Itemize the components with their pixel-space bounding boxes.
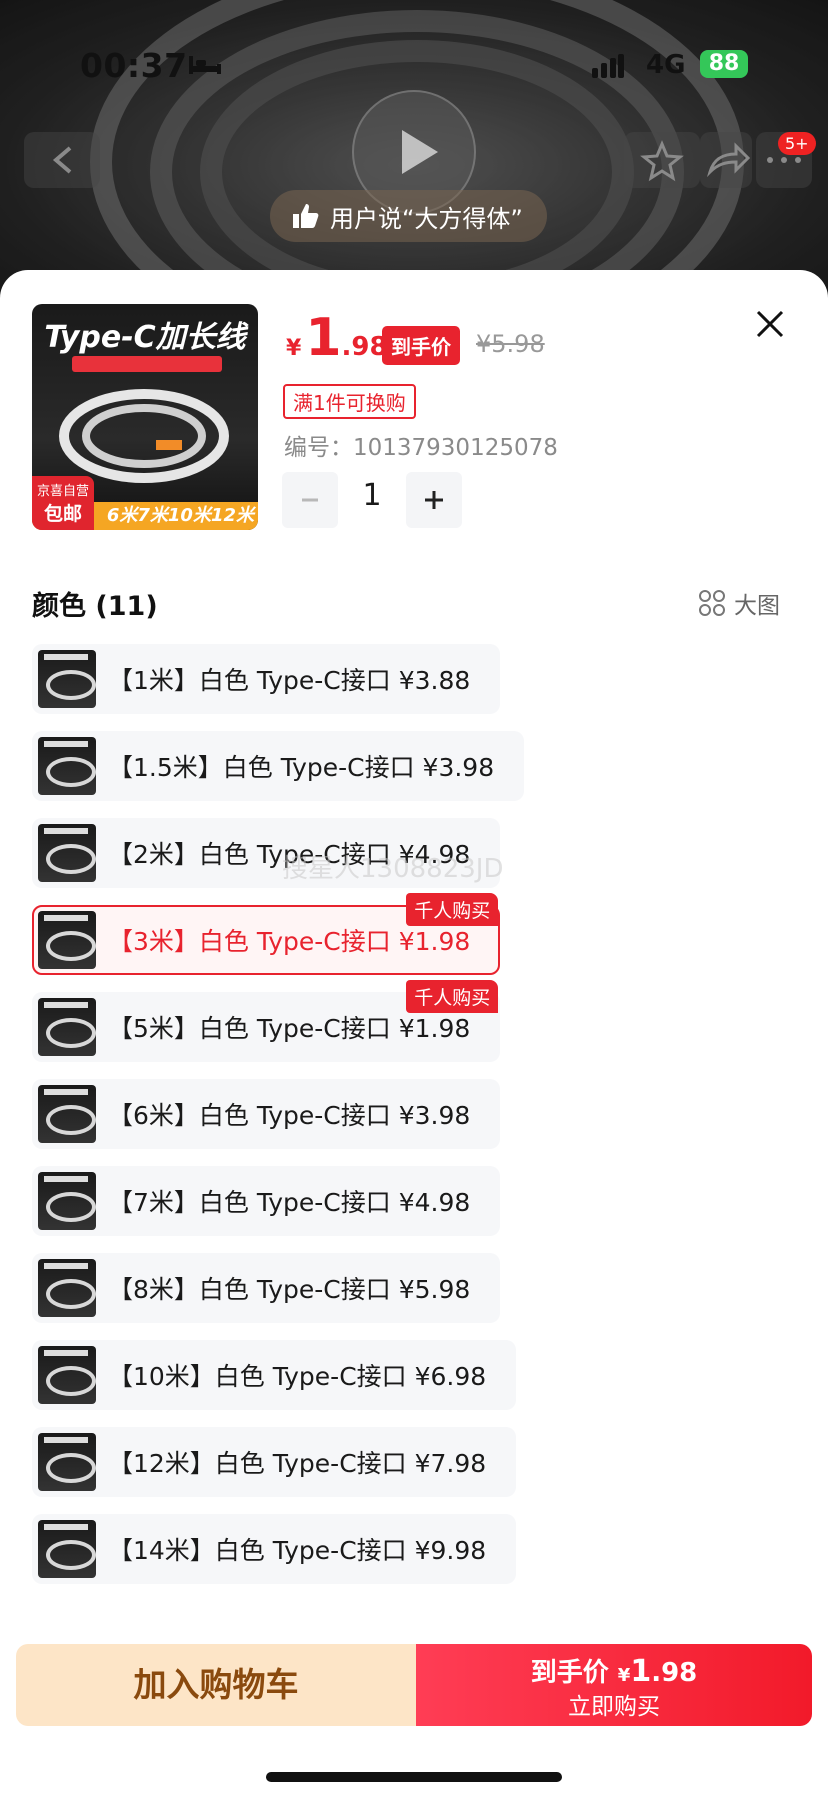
color-option[interactable]: 【12米】白色 Type-C接口 ¥7.98	[32, 1427, 517, 1497]
message-count-badge: 5+	[778, 132, 816, 155]
network-type: 4G	[646, 50, 686, 80]
color-option-row: 【3米】白色 Type-C接口 ¥1.98 千人购买	[32, 893, 812, 992]
grid-view-icon	[699, 590, 725, 616]
price-currency: ¥	[286, 336, 302, 361]
color-option-thumbnail	[38, 1520, 96, 1578]
color-option-list: 【1米】白色 Type-C接口 ¥3.88 【1.5米】白色 Type-C接口 ¥…	[32, 644, 812, 1601]
color-option-thumbnail	[38, 1172, 96, 1230]
jd-tag-line2: 包邮	[43, 503, 82, 525]
popular-badge: 千人购买	[406, 980, 499, 1013]
sku-selector-sheet: Type-C加长线 6米7米10米12米 京喜自营 包邮 ¥ 1 .98 到手价…	[0, 270, 828, 1801]
home-indicator	[266, 1772, 562, 1782]
review-highlight-chip: 用户说“大方得体”	[270, 190, 547, 242]
buy-now-button[interactable]: 到手价 ¥1.98 立即购买	[416, 1644, 812, 1726]
color-option[interactable]: 【1米】白色 Type-C接口 ¥3.88	[32, 644, 501, 714]
color-option-label: 【1米】白色 Type-C接口 ¥3.88	[108, 666, 471, 695]
buy-price-integer: 1	[630, 1654, 652, 1689]
color-option-label: 【7米】白色 Type-C接口 ¥4.98	[108, 1188, 471, 1217]
color-option-row: 【5米】白色 Type-C接口 ¥1.98 千人购买	[32, 980, 812, 1079]
color-option-row: 【1米】白色 Type-C接口 ¥3.88	[32, 644, 812, 731]
color-option-row: 【10米】白色 Type-C接口 ¥6.98	[32, 1340, 812, 1427]
color-option-label: 【1.5米】白色 Type-C接口 ¥3.98	[108, 753, 495, 782]
buy-price-label: 到手价	[530, 1658, 609, 1688]
current-price: ¥ 1 .98	[286, 312, 388, 364]
product-thumbnail[interactable]: Type-C加长线 6米7米10米12米 京喜自营 包邮	[32, 304, 258, 530]
color-option[interactable]: 【10米】白色 Type-C接口 ¥6.98	[32, 1340, 517, 1410]
quantity-increase-button[interactable]	[406, 472, 462, 528]
buy-price-decimal: .98	[651, 1658, 698, 1688]
color-option-thumbnail	[38, 824, 96, 882]
star-icon	[640, 140, 684, 182]
thumbnail-title: Type-C加长线	[44, 320, 246, 355]
buy-price-currency: ¥	[617, 1665, 631, 1686]
color-option[interactable]: 【8米】白色 Type-C接口 ¥5.98	[32, 1253, 501, 1323]
watermark-text: 搜星人1308823JD	[282, 854, 504, 884]
color-option[interactable]: 【6米】白色 Type-C接口 ¥3.98	[32, 1079, 501, 1149]
plus-icon	[425, 491, 443, 509]
color-option-row: 【6米】白色 Type-C接口 ¥3.98	[32, 1079, 812, 1166]
thumbnail-subtitle-bar	[72, 356, 222, 372]
sku-value: 10137930125078	[353, 435, 558, 461]
status-bar: 00:37 4G 88	[0, 40, 828, 96]
price-decimal: .98	[341, 332, 388, 362]
thumbs-up-icon	[293, 204, 319, 228]
sku-number: 编号：10137930125078	[284, 428, 558, 462]
price-integer: 1	[305, 308, 342, 368]
jd-self-operated-tag: 京喜自营 包邮	[32, 476, 94, 530]
minus-icon	[302, 498, 318, 502]
color-option-thumbnail	[38, 737, 96, 795]
color-option[interactable]: 【1.5米】白色 Type-C接口 ¥3.98	[32, 731, 525, 801]
color-option-row: 【1.5米】白色 Type-C接口 ¥3.98	[32, 731, 812, 818]
color-option-label: 【5米】白色 Type-C接口 ¥1.98	[108, 1014, 471, 1043]
back-button[interactable]	[24, 132, 100, 188]
chevron-left-icon	[52, 146, 72, 174]
color-option-label: 【14米】白色 Type-C接口 ¥9.98	[108, 1536, 487, 1565]
jd-tag-line1: 京喜自营	[36, 484, 89, 499]
color-option-thumbnail	[38, 911, 96, 969]
quantity-value[interactable]: 1	[352, 478, 392, 513]
color-option-label: 【6米】白色 Type-C接口 ¥3.98	[108, 1101, 471, 1130]
battery-indicator: 88	[700, 50, 748, 78]
color-option-thumbnail	[38, 1085, 96, 1143]
color-option-row: 【7米】白色 Type-C接口 ¥4.98	[32, 1166, 812, 1253]
color-section-title: 颜色 (11)	[32, 591, 158, 622]
color-option[interactable]: 【14米】白色 Type-C接口 ¥9.98	[32, 1514, 517, 1584]
popular-badge: 千人购买	[406, 893, 499, 926]
color-option-label: 【12米】白色 Type-C接口 ¥7.98	[108, 1449, 487, 1478]
color-option[interactable]: 【5米】白色 Type-C接口 ¥1.98 千人购买	[32, 980, 501, 1062]
share-button[interactable]	[700, 132, 752, 188]
color-option-label: 【10米】白色 Type-C接口 ¥6.98	[108, 1362, 487, 1391]
close-icon[interactable]	[752, 306, 788, 342]
buy-now-price: 到手价 ¥1.98	[416, 1644, 812, 1689]
big-image-toggle[interactable]: 大图	[698, 586, 780, 620]
share-icon	[706, 142, 751, 178]
color-option[interactable]: 【3米】白色 Type-C接口 ¥1.98 千人购买	[32, 893, 501, 975]
color-option-thumbnail	[38, 1433, 96, 1491]
sleep-focus-icon	[189, 56, 221, 74]
cable-coil-icon	[59, 389, 229, 483]
final-price-tag: 到手价	[382, 326, 460, 365]
color-option-thumbnail	[38, 650, 96, 708]
color-option-row: 【14米】白色 Type-C接口 ¥9.98	[32, 1514, 812, 1601]
color-option-label: 【3米】白色 Type-C接口 ¥1.98	[108, 927, 471, 956]
big-image-label: 大图	[734, 593, 780, 619]
color-option[interactable]: 【7米】白色 Type-C接口 ¥4.98	[32, 1166, 501, 1236]
color-option-thumbnail	[38, 998, 96, 1056]
color-option-thumbnail	[38, 1259, 96, 1317]
sku-label: 编号：	[284, 435, 353, 461]
color-option-label: 【8米】白色 Type-C接口 ¥5.98	[108, 1275, 471, 1304]
original-price: ¥5.98	[476, 330, 545, 358]
color-option-row: 【12米】白色 Type-C接口 ¥7.98	[32, 1427, 812, 1514]
favorite-button[interactable]	[624, 132, 700, 188]
color-option-thumbnail	[38, 1346, 96, 1404]
buy-now-label: 立即购买	[568, 1694, 660, 1720]
promo-badge[interactable]: 满1件可换购	[283, 384, 416, 419]
add-to-cart-button[interactable]: 加入购物车	[16, 1644, 416, 1726]
status-time: 00:37	[80, 46, 188, 85]
color-option-row: 【8米】白色 Type-C接口 ¥5.98	[32, 1253, 812, 1340]
cellular-signal-icon	[592, 54, 624, 78]
quantity-decrease-button[interactable]	[282, 472, 338, 528]
review-text: 用户说“大方得体”	[330, 204, 523, 233]
